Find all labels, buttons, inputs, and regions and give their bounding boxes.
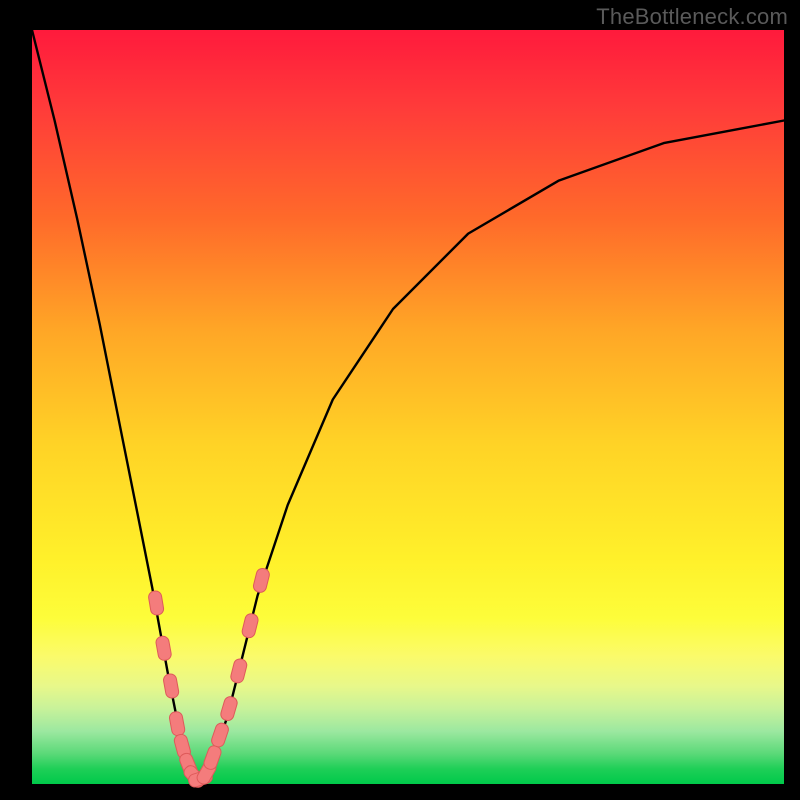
curve-layer [0, 0, 800, 800]
curve-marker [155, 635, 172, 661]
curve-marker [241, 612, 259, 638]
chart-frame: TheBottleneck.com [0, 0, 800, 800]
curve-marker [210, 722, 230, 749]
curve-marker [148, 590, 165, 616]
curve-marker [169, 711, 186, 737]
watermark-text: TheBottleneck.com [596, 4, 788, 30]
marker-group [148, 567, 271, 790]
bottleneck-curve [32, 30, 784, 780]
curve-marker [202, 744, 222, 771]
curve-marker [252, 567, 270, 593]
curve-marker [219, 695, 238, 722]
curve-marker [163, 673, 180, 699]
curve-marker [230, 658, 248, 684]
